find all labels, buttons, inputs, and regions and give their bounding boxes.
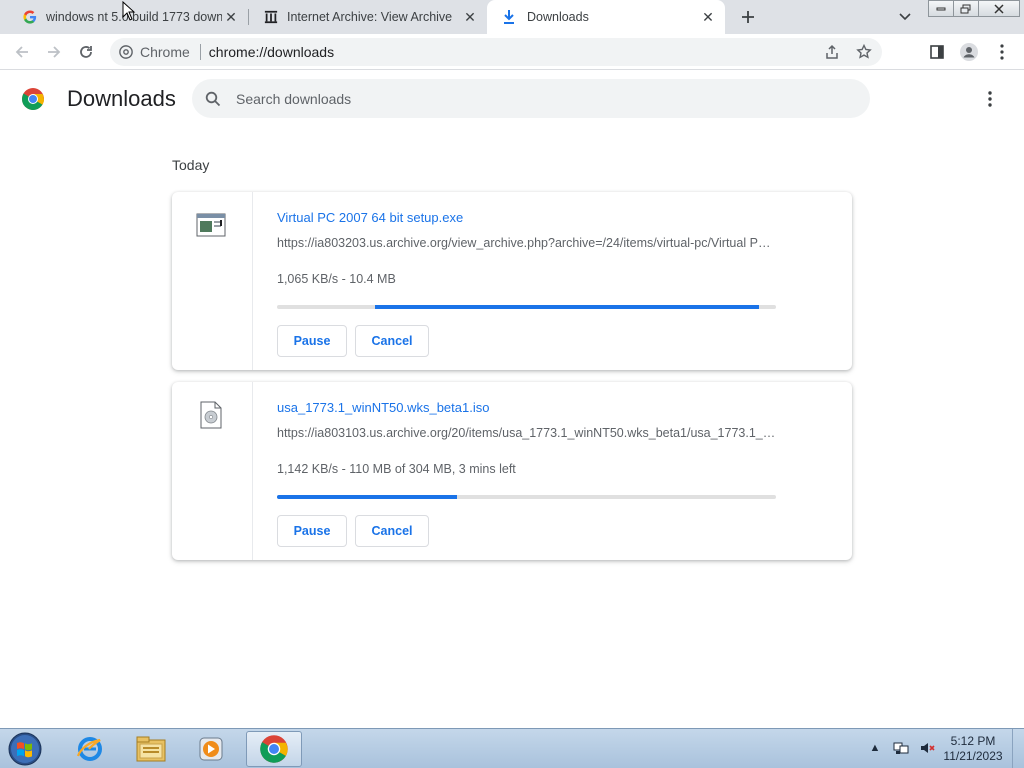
tab-title: Internet Archive: View Archive bbox=[287, 10, 453, 24]
system-tray: ▲ bbox=[866, 739, 936, 757]
clock-date: 11/21/2023 bbox=[943, 749, 1003, 763]
windows-taskbar: ▲ 5:12 PM 11/21/2023 bbox=[0, 728, 1024, 768]
show-desktop-button[interactable] bbox=[1012, 729, 1024, 768]
downloads-menu-icon[interactable] bbox=[978, 87, 1002, 111]
system-clock[interactable]: 5:12 PM 11/21/2023 bbox=[940, 734, 1006, 764]
progress-fill bbox=[277, 495, 457, 499]
internet-explorer-icon[interactable] bbox=[62, 731, 118, 767]
address-bar[interactable]: Chrome chrome://downloads bbox=[110, 38, 882, 66]
page-title: Downloads bbox=[67, 86, 176, 111]
download-progress-bar bbox=[277, 495, 776, 499]
share-icon[interactable] bbox=[820, 40, 844, 64]
download-status: 1,065 KB/s - 10.4 MB bbox=[277, 272, 396, 286]
site-info-chip[interactable]: Chrome bbox=[118, 44, 190, 60]
mouse-cursor-icon bbox=[122, 0, 136, 21]
reload-button[interactable] bbox=[74, 40, 98, 64]
chrome-logo-icon bbox=[21, 87, 45, 111]
forward-button[interactable] bbox=[42, 40, 66, 64]
url-text[interactable]: chrome://downloads bbox=[209, 44, 334, 60]
network-icon[interactable] bbox=[892, 739, 910, 757]
media-player-icon[interactable] bbox=[183, 731, 239, 767]
file-name-link[interactable]: Virtual PC 2007 64 bit setup.exe bbox=[277, 210, 463, 225]
chrome-icon bbox=[118, 44, 134, 60]
download-status: 1,142 KB/s - 110 MB of 304 MB, 3 mins le… bbox=[277, 462, 516, 476]
omnibox-divider bbox=[199, 44, 201, 60]
search-downloads-box[interactable] bbox=[192, 79, 870, 118]
download-progress-bar bbox=[277, 305, 776, 309]
cancel-button[interactable]: Cancel bbox=[355, 515, 429, 547]
tab-title: Downloads bbox=[527, 10, 589, 24]
progress-fill bbox=[374, 305, 759, 309]
restore-button[interactable] bbox=[953, 0, 979, 17]
date-heading: Today bbox=[172, 157, 210, 173]
exe-installer-icon bbox=[195, 209, 227, 241]
tab-internet-archive[interactable]: Internet Archive: View Archive ✕ bbox=[249, 0, 487, 34]
file-explorer-icon[interactable] bbox=[123, 731, 179, 767]
chrome-icon[interactable] bbox=[246, 731, 302, 767]
close-tab-icon[interactable]: ✕ bbox=[699, 8, 717, 26]
search-downloads-input[interactable] bbox=[236, 90, 836, 107]
close-tab-icon[interactable]: ✕ bbox=[222, 8, 240, 26]
close-window-button[interactable] bbox=[978, 0, 1020, 17]
tab-strip: windows nt 5.0 build 1773 down ✕ Interne… bbox=[0, 0, 1024, 34]
back-button[interactable] bbox=[10, 40, 34, 64]
download-item: usa_1773.1_winNT50.wks_beta1.iso https:/… bbox=[172, 382, 852, 560]
google-g-icon bbox=[22, 9, 38, 25]
tab-search-button[interactable] bbox=[894, 6, 916, 28]
volume-muted-icon[interactable] bbox=[918, 739, 936, 757]
download-icon bbox=[501, 9, 517, 25]
file-name-link[interactable]: usa_1773.1_winNT50.wks_beta1.iso bbox=[277, 400, 489, 415]
browser-menu-icon[interactable] bbox=[990, 40, 1014, 64]
minimize-button[interactable] bbox=[928, 0, 954, 17]
profile-avatar[interactable] bbox=[957, 40, 981, 64]
tab-downloads[interactable]: Downloads ✕ bbox=[487, 0, 725, 34]
browser-toolbar: Chrome chrome://downloads bbox=[0, 34, 1024, 70]
download-item: Virtual PC 2007 64 bit setup.exe https:/… bbox=[172, 192, 852, 370]
close-tab-icon[interactable]: ✕ bbox=[461, 8, 479, 26]
pause-button[interactable]: Pause bbox=[277, 515, 347, 547]
pause-button[interactable]: Pause bbox=[277, 325, 347, 357]
show-hidden-icons-icon[interactable]: ▲ bbox=[866, 739, 884, 757]
clock-time: 5:12 PM bbox=[950, 734, 996, 748]
start-button[interactable] bbox=[3, 731, 47, 767]
file-source-url[interactable]: https://ia803203.us.archive.org/view_arc… bbox=[277, 236, 777, 250]
bookmark-star-icon[interactable] bbox=[852, 40, 876, 64]
new-tab-button[interactable] bbox=[736, 5, 760, 29]
side-panel-button[interactable] bbox=[925, 40, 949, 64]
disc-image-icon bbox=[195, 399, 227, 431]
archive-institution-icon bbox=[263, 9, 279, 25]
cancel-button[interactable]: Cancel bbox=[355, 325, 429, 357]
site-chip-label: Chrome bbox=[140, 44, 190, 60]
search-icon bbox=[204, 90, 222, 108]
file-source-url[interactable]: https://ia803103.us.archive.org/20/items… bbox=[277, 426, 777, 440]
